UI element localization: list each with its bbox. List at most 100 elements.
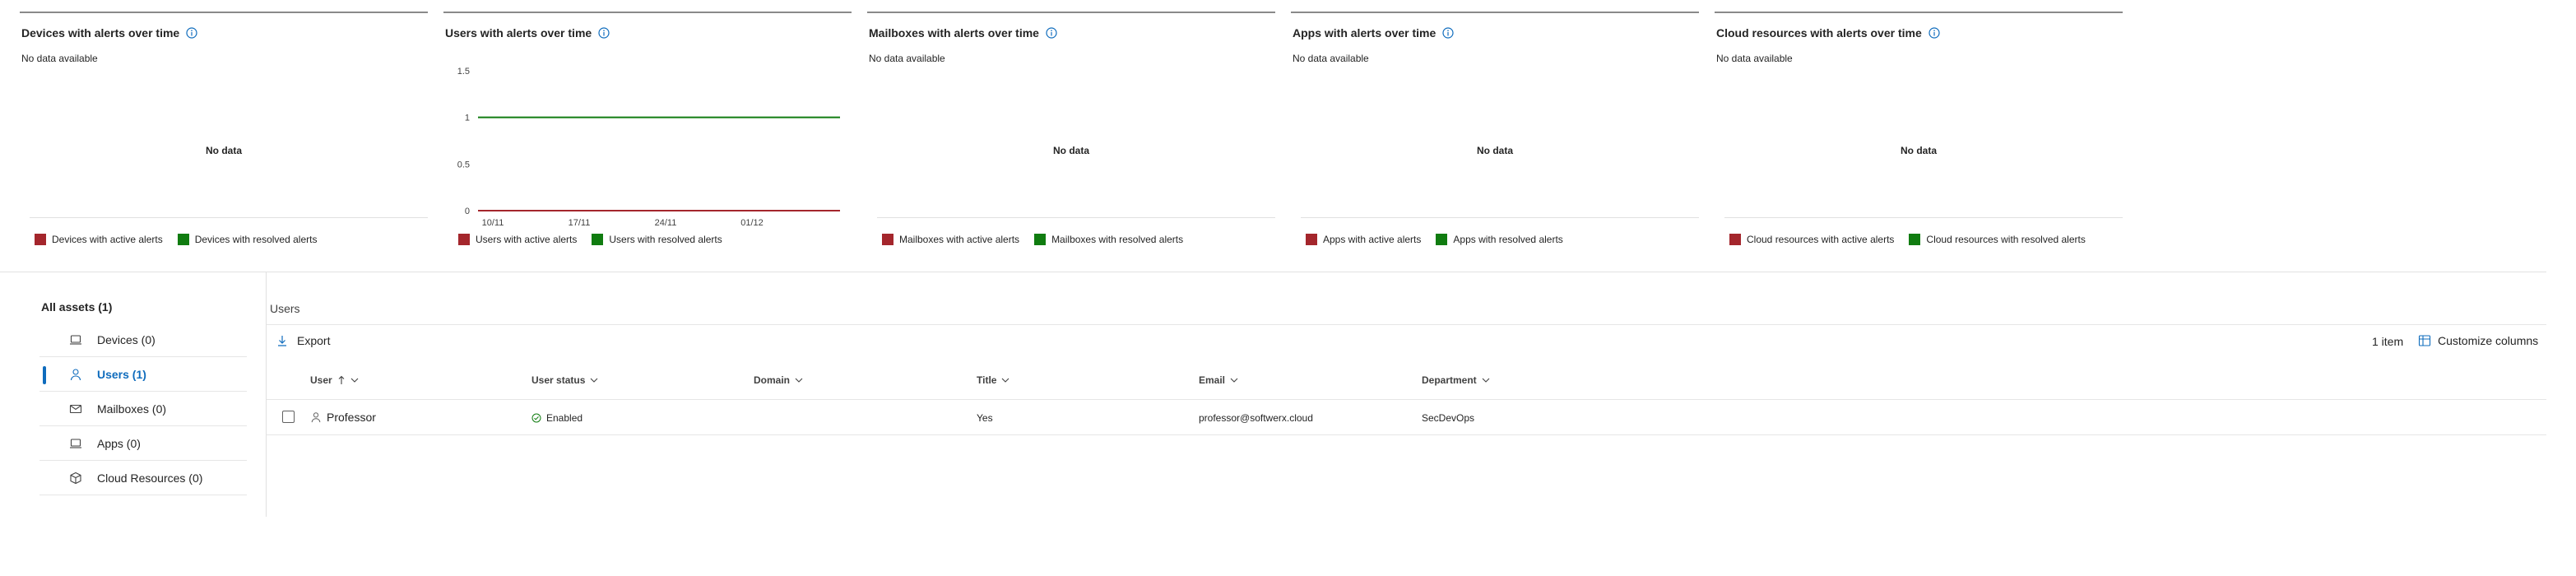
legend-resolved[interactable]: Mailboxes with resolved alerts — [1034, 234, 1183, 245]
card-users: Users with alerts over time 1.5 1 0.5 0 10/1… — [443, 12, 852, 260]
nav-item-label: Devices (0) — [97, 333, 155, 346]
no-data-label: No data — [1476, 145, 1513, 156]
cell-user-status: Enabled — [531, 412, 583, 424]
column-header-domain[interactable]: Domain — [754, 374, 803, 386]
chevron-down-icon — [1230, 378, 1238, 383]
card-title: Mailboxes with alerts over time — [869, 26, 1057, 39]
chevron-down-icon — [1002, 378, 1010, 383]
x-tick-label: 10/11 — [482, 218, 504, 228]
no-data-label: No data — [1900, 145, 1937, 156]
nav-item-label: Users (1) — [97, 368, 146, 381]
legend-swatch-active — [35, 234, 46, 245]
legend-swatch-active — [1729, 234, 1741, 245]
legend-active[interactable]: Devices with active alerts — [35, 234, 163, 245]
legend: Apps with active alerts Apps with resolv… — [1306, 234, 1578, 245]
legend-swatch-resolved — [1034, 234, 1047, 245]
x-tick-label: 17/11 — [569, 218, 591, 228]
card-title: Devices with alerts over time — [21, 26, 197, 39]
chart-baseline — [30, 217, 428, 218]
no-data-label: No data — [1052, 145, 1089, 156]
legend-resolved[interactable]: Users with resolved alerts — [592, 234, 722, 245]
row-checkbox[interactable] — [282, 411, 295, 423]
section-label: Users — [270, 302, 300, 315]
y-tick-label: 1.5 — [457, 67, 470, 77]
info-icon[interactable] — [186, 27, 197, 39]
laptop-icon — [70, 335, 81, 345]
legend-swatch-resolved — [177, 234, 189, 245]
users-line-chart: 1.5 1 0.5 0 10/11 17/11 24/11 01/12 — [457, 67, 840, 228]
customize-columns-button[interactable]: Customize columns — [2418, 334, 2538, 347]
legend-swatch-resolved — [1909, 234, 1921, 245]
cell-department: SecDevOps — [1422, 412, 1475, 424]
column-header-user[interactable]: User — [310, 374, 359, 386]
nav-item-label: Cloud Resources (0) — [97, 471, 203, 485]
column-header-email[interactable]: Email — [1199, 374, 1238, 386]
card-title: Users with alerts over time — [445, 26, 610, 39]
legend-active[interactable]: Cloud resources with active alerts — [1729, 234, 1894, 245]
y-tick-label: 1 — [465, 114, 470, 123]
legend-resolved[interactable]: Cloud resources with resolved alerts — [1909, 234, 2086, 245]
legend-swatch-resolved — [592, 234, 604, 245]
legend-swatch-active — [1306, 234, 1317, 245]
nav-item-apps[interactable]: Apps (0) — [39, 427, 247, 461]
card-title: Cloud resources with alerts over time — [1716, 26, 1940, 39]
info-icon[interactable] — [1929, 27, 1940, 39]
chart-baseline — [877, 217, 1275, 218]
card-title: Apps with alerts over time — [1293, 26, 1454, 39]
legend-swatch-active — [458, 234, 470, 245]
legend-active[interactable]: Mailboxes with active alerts — [882, 234, 1019, 245]
legend-resolved[interactable]: Devices with resolved alerts — [177, 234, 317, 245]
nav-active-indicator — [43, 366, 46, 384]
nav-item-mailboxes[interactable]: Mailboxes (0) — [39, 393, 247, 426]
chevron-down-icon — [350, 378, 359, 383]
cell-email: professor@softwerx.cloud — [1199, 412, 1313, 424]
check-circle-icon — [531, 413, 541, 423]
legend-swatch-active — [882, 234, 893, 245]
sort-ascending-icon — [338, 375, 345, 384]
cell-user[interactable]: Professor — [310, 411, 376, 424]
download-icon — [278, 336, 286, 346]
no-data-available: No data available — [1716, 53, 1793, 64]
legend-resolved[interactable]: Apps with resolved alerts — [1436, 234, 1563, 245]
table-row-divider — [267, 434, 2546, 435]
column-header-title[interactable]: Title — [977, 374, 1010, 386]
card-cloud-resources: Cloud resources with alerts over time No… — [1715, 12, 2123, 260]
export-button[interactable]: Export — [276, 334, 330, 347]
cell-title: Yes — [977, 412, 993, 424]
chart-baseline — [1724, 217, 2123, 218]
chevron-down-icon — [590, 378, 598, 383]
all-assets-title: All assets (1) — [41, 300, 113, 314]
info-icon[interactable] — [598, 27, 610, 39]
columns-icon — [2418, 335, 2431, 346]
nav-item-users[interactable]: Users (1) — [39, 358, 247, 392]
nav-item-cloud-resources[interactable]: Cloud Resources (0) — [39, 462, 247, 495]
column-header-department[interactable]: Department — [1422, 374, 1490, 386]
cube-icon — [70, 471, 81, 485]
legend-active[interactable]: Apps with active alerts — [1306, 234, 1421, 245]
legend-active[interactable]: Users with active alerts — [458, 234, 577, 245]
header-divider — [267, 324, 2546, 325]
mail-icon — [69, 404, 82, 414]
legend: Mailboxes with active alerts Mailboxes w… — [882, 234, 1198, 245]
info-icon[interactable] — [1442, 27, 1454, 39]
card-mailboxes: Mailboxes with alerts over time No data … — [867, 12, 1275, 260]
x-tick-label: 01/12 — [740, 218, 764, 228]
no-data-label: No data — [205, 145, 242, 156]
pane-splitter[interactable] — [266, 272, 267, 517]
nav-item-devices[interactable]: Devices (0) — [39, 323, 247, 357]
info-icon[interactable] — [1046, 27, 1057, 39]
x-tick-label: 24/11 — [655, 218, 677, 228]
user-icon — [70, 369, 81, 381]
chart-baseline — [1301, 217, 1699, 218]
nav-item-label: Mailboxes (0) — [97, 402, 167, 416]
no-data-available: No data available — [869, 53, 945, 64]
y-tick-label: 0.5 — [457, 160, 470, 170]
legend: Cloud resources with active alerts Cloud… — [1729, 234, 2100, 245]
chevron-down-icon — [1482, 378, 1490, 383]
user-icon — [311, 412, 321, 423]
app-icon — [70, 439, 81, 448]
column-header-user-status[interactable]: User status — [531, 374, 598, 386]
legend: Users with active alerts Users with reso… — [458, 234, 737, 245]
nav-item-label: Apps (0) — [97, 437, 141, 450]
no-data-available: No data available — [1293, 53, 1369, 64]
